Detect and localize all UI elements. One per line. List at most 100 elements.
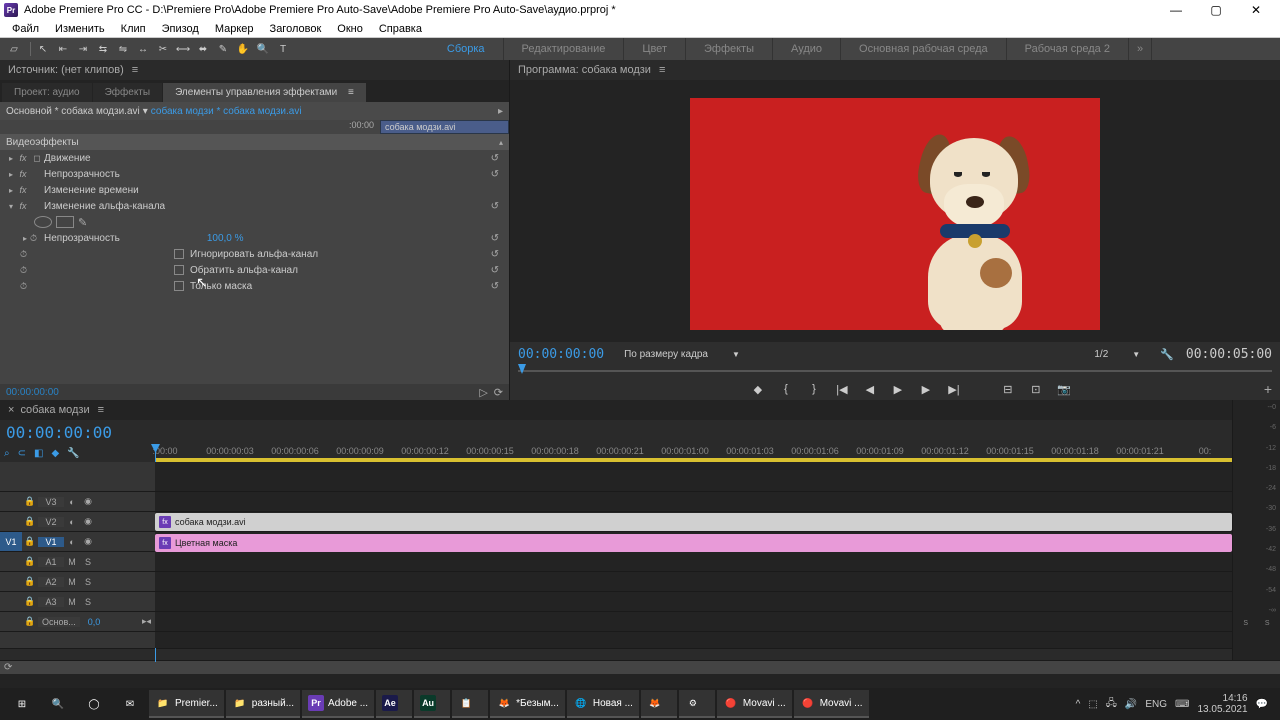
marker-tool-icon[interactable]: ◧: [34, 448, 43, 459]
track-name[interactable]: V1: [38, 537, 64, 547]
fx-badge-icon[interactable]: fx: [16, 169, 30, 179]
workspace-assembly[interactable]: Сборка: [429, 38, 504, 60]
program-tc-in[interactable]: 00:00:00:00: [518, 347, 604, 362]
add-button-icon[interactable]: +: [1264, 381, 1272, 397]
program-video-area[interactable]: [510, 80, 1280, 342]
timeline-ruler[interactable]: :00:00 00:00:00:03 00:00:00:06 00:00:00:…: [155, 444, 1232, 462]
go-to-in-icon[interactable]: |◀: [835, 383, 849, 396]
track-head-a1[interactable]: 🔒 A1 M S: [0, 552, 155, 572]
program-resolution-dropdown[interactable]: 1/2 ▼: [1094, 349, 1140, 360]
menu-help[interactable]: Справка: [371, 23, 430, 35]
program-playhead[interactable]: [518, 364, 526, 374]
reset-icon[interactable]: ↺: [491, 281, 499, 292]
track-name[interactable]: V2: [38, 517, 64, 527]
track-head-v3[interactable]: 🔒 V3 ◐ ◉: [0, 492, 155, 512]
lock-icon[interactable]: 🔒: [22, 616, 38, 627]
mute-icon[interactable]: M: [64, 577, 80, 587]
menu-title[interactable]: Заголовок: [262, 23, 330, 35]
zoom-icon[interactable]: 🔍: [255, 41, 271, 57]
taskbar-app-0[interactable]: 📁Premier...: [149, 690, 224, 718]
mute-icon[interactable]: M: [64, 597, 80, 607]
lock-icon[interactable]: 🔒: [22, 496, 38, 507]
timeline-scrollbar[interactable]: [0, 648, 1232, 660]
master-db[interactable]: 0,0: [88, 617, 101, 627]
expand-icon[interactable]: ▸: [6, 154, 16, 163]
lock-icon[interactable]: 🔒: [22, 536, 38, 547]
tray-lang[interactable]: ENG: [1145, 699, 1167, 710]
tray-keyboard-icon[interactable]: ⌨: [1175, 699, 1189, 710]
link-icon[interactable]: ⊂: [18, 448, 26, 459]
ec-row-mask-only[interactable]: ⏱ Только маска ↺: [0, 278, 509, 294]
taskbar-app-11[interactable]: 🔴Movavi ...: [794, 690, 869, 718]
tray-chevron-icon[interactable]: ^: [1076, 699, 1081, 710]
workspace-effects[interactable]: Эффекты: [686, 38, 773, 60]
mail-icon[interactable]: ✉: [112, 690, 148, 718]
track-back-icon[interactable]: ⇥: [75, 41, 91, 57]
taskbar-app-10[interactable]: 🔴Movavi ...: [717, 690, 792, 718]
track-head-a2[interactable]: 🔒 A2 M S: [0, 572, 155, 592]
eye-icon[interactable]: ◐: [64, 497, 80, 507]
track-a2-lane[interactable]: [155, 572, 1232, 592]
system-tray[interactable]: ^ ⬚ 🖧 🔊 ENG ⌨ 14:16 13.05.2021 💬: [1068, 693, 1276, 715]
marker-add-icon[interactable]: ◆: [51, 448, 59, 459]
rate-stretch-icon[interactable]: ↔: [135, 41, 151, 57]
snap-icon[interactable]: ⌕: [4, 448, 10, 459]
menu-marker[interactable]: Маркер: [207, 23, 262, 35]
track-name[interactable]: V3: [38, 497, 64, 507]
track-a3-lane[interactable]: [155, 592, 1232, 612]
selection-icon[interactable]: ↖: [35, 41, 51, 57]
taskbar-app-1[interactable]: 📁разный...: [226, 690, 300, 718]
workspace-overflow-icon[interactable]: »: [1129, 38, 1152, 60]
workspace-color[interactable]: Цвет: [624, 38, 686, 60]
track-content[interactable]: fx собака модзи.avi fx Цветная маска: [155, 462, 1232, 648]
stopwatch-icon[interactable]: ⏱: [30, 233, 44, 244]
timeline-current-tc[interactable]: 00:00:00:00: [6, 423, 112, 442]
track-master-lane[interactable]: [155, 612, 1232, 632]
mask-rect-icon[interactable]: [56, 216, 74, 228]
play-icon[interactable]: ▶: [891, 383, 905, 396]
minimize-button[interactable]: —: [1156, 0, 1196, 20]
expand-icon[interactable]: ▸: [20, 234, 30, 243]
track-v3-lane[interactable]: [155, 492, 1232, 512]
ec-play-icon[interactable]: ▷: [479, 386, 487, 399]
step-forward-icon[interactable]: ▶: [919, 383, 933, 396]
ec-row-motion[interactable]: ▸ fx ◻ Движение ↺: [0, 150, 509, 166]
ec-loop-icon[interactable]: ⟳: [494, 386, 503, 399]
track-head-a3[interactable]: 🔒 A3 M S: [0, 592, 155, 612]
marker-icon[interactable]: ◆: [751, 383, 765, 396]
reset-icon[interactable]: ↺: [491, 265, 499, 276]
type-icon[interactable]: T: [275, 41, 291, 57]
reset-icon[interactable]: ↺: [491, 169, 499, 180]
panel-menu-icon[interactable]: ≡: [98, 404, 104, 416]
output-icon[interactable]: ◉: [80, 536, 96, 547]
menu-window[interactable]: Окно: [329, 23, 371, 35]
taskbar-app-5[interactable]: 📋: [452, 690, 488, 718]
chevron-down-icon[interactable]: ▾: [143, 106, 148, 117]
razor-icon[interactable]: ✂: [155, 41, 171, 57]
track-name[interactable]: Основ...: [38, 617, 80, 627]
clip-video[interactable]: fx собака модзи.avi: [155, 513, 1232, 531]
menu-sequence[interactable]: Эпизод: [154, 23, 207, 35]
track-head-master[interactable]: 🔒 Основ... 0,0 ▸◂: [0, 612, 155, 632]
ripple-icon[interactable]: ⇆: [95, 41, 111, 57]
workspace-2[interactable]: Рабочая среда 2: [1007, 38, 1129, 60]
fx-badge-icon[interactable]: fx: [16, 185, 30, 195]
menu-file[interactable]: Файл: [4, 23, 47, 35]
rolling-icon[interactable]: ⇋: [115, 41, 131, 57]
program-fit-dropdown[interactable]: По размеру кадра ▼: [624, 349, 740, 360]
solo-left[interactable]: S: [1243, 620, 1248, 627]
lock-icon[interactable]: 🔒: [22, 596, 38, 607]
source-patch[interactable]: V1: [0, 532, 22, 551]
stopwatch-icon[interactable]: ⏱: [20, 281, 34, 292]
expand-icon[interactable]: ▸: [6, 186, 16, 195]
selection-tool-icon[interactable]: ▱: [6, 41, 22, 57]
taskbar-app-8[interactable]: 🦊: [641, 690, 677, 718]
fx-badge-icon[interactable]: fx: [16, 201, 30, 211]
ec-row-invert-alpha[interactable]: ⏱ Обратить альфа-канал ↺: [0, 262, 509, 278]
notifications-icon[interactable]: 💬: [1256, 699, 1268, 710]
ec-row-alpha-opacity[interactable]: ▸ ⏱ Непрозрачность 100,0 % ↺: [0, 230, 509, 246]
taskbar-app-6[interactable]: 🦊*Безым...: [490, 690, 565, 718]
mute-icon[interactable]: M: [64, 557, 80, 567]
output-icon[interactable]: ◉: [80, 496, 96, 507]
ec-row-alpha-adjust[interactable]: ▾ fx Изменение альфа-канала ↺: [0, 198, 509, 214]
